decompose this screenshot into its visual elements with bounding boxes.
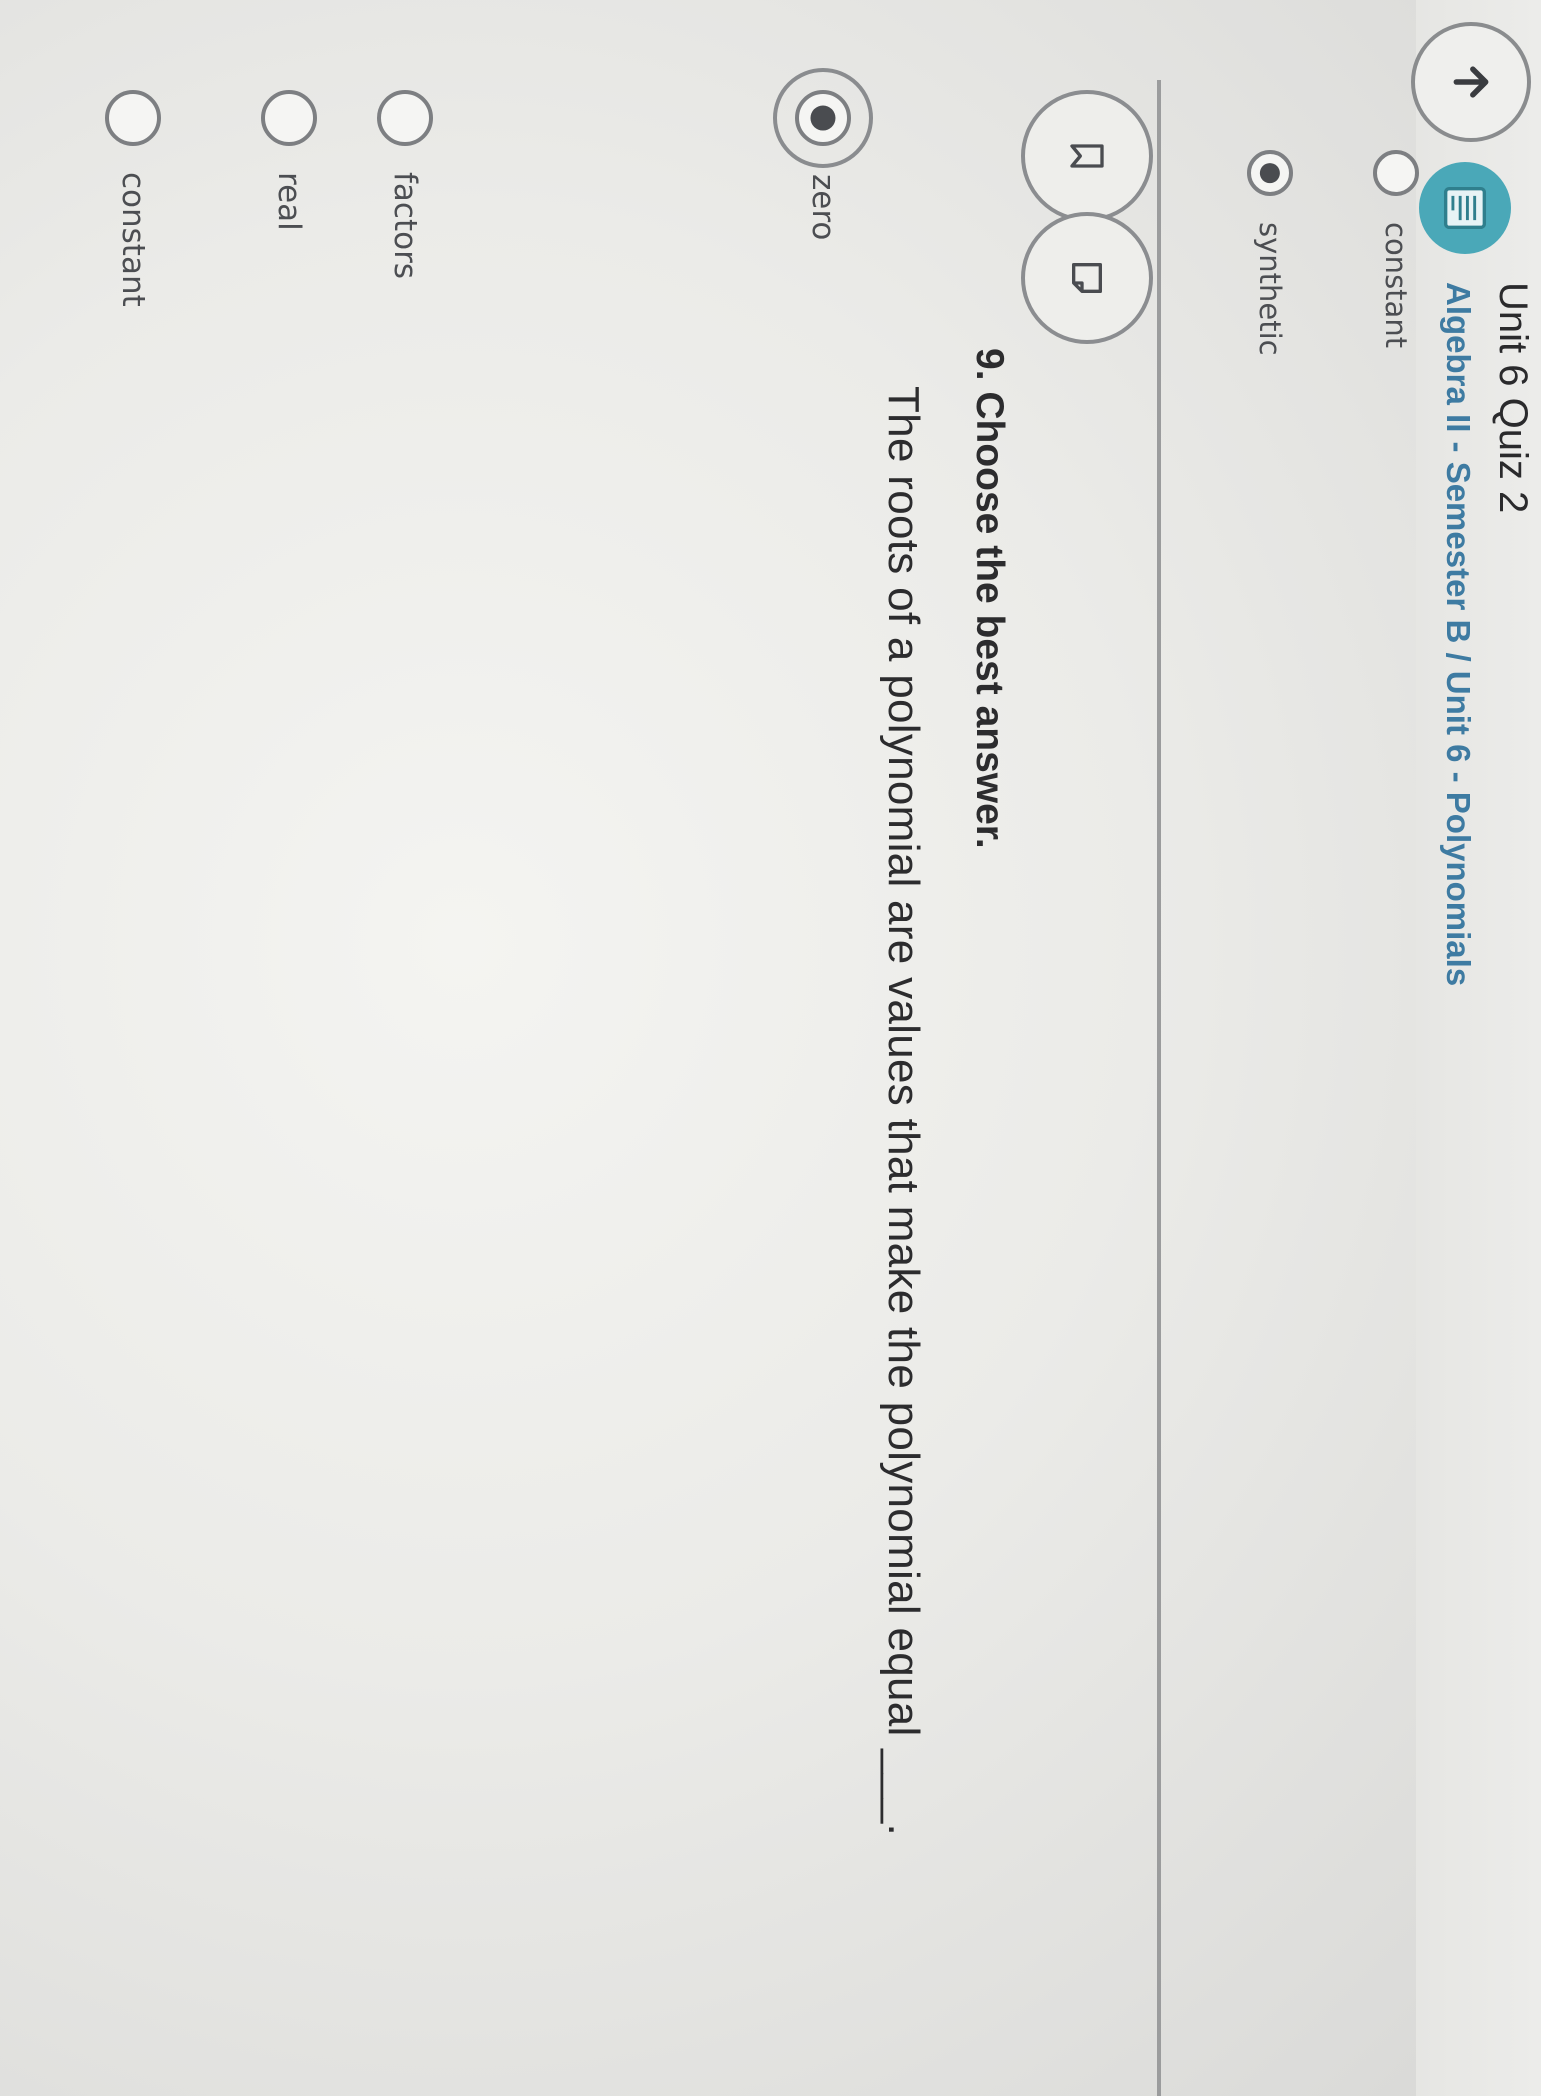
quiz-screen: Unit 6 Quiz 2 Algebra II - Semester B / … xyxy=(0,0,1541,2096)
radio-button[interactable] xyxy=(1373,150,1419,196)
option-label: constant xyxy=(1379,222,1413,349)
back-button[interactable] xyxy=(1411,22,1531,142)
previous-option-synthetic[interactable]: synthetic xyxy=(1247,150,1293,356)
note-icon xyxy=(1072,263,1102,293)
page-title: Unit 6 Quiz 2 xyxy=(1491,282,1535,514)
radio-button[interactable] xyxy=(377,90,433,146)
previous-option-constant[interactable]: constant xyxy=(1373,150,1419,348)
bookmark-icon xyxy=(1070,144,1104,168)
answer-option-factors[interactable]: factors xyxy=(377,90,433,279)
option-label: constant xyxy=(115,172,151,307)
answer-option-zero[interactable]: zero xyxy=(773,68,873,241)
option-label: factors xyxy=(387,172,423,279)
answer-option-constant[interactable]: constant xyxy=(105,90,161,307)
question-text: The roots of a polynomial are values tha… xyxy=(879,386,928,1836)
option-label: synthetic xyxy=(1253,222,1287,356)
question-divider xyxy=(1157,80,1161,2096)
option-label: zero xyxy=(805,174,841,241)
option-label: real xyxy=(271,172,307,231)
radio-button-selected[interactable] xyxy=(795,90,851,146)
focus-ring xyxy=(773,68,873,168)
arrow-up-icon xyxy=(1453,66,1489,98)
radio-button[interactable] xyxy=(105,90,161,146)
course-icon xyxy=(1419,162,1511,254)
breadcrumb[interactable]: Algebra II - Semester B / Unit 6 - Polyn… xyxy=(1439,282,1477,986)
question-instruction: 9. Choose the best answer. xyxy=(968,348,1011,849)
note-button[interactable] xyxy=(1021,212,1153,344)
bookmark-button[interactable] xyxy=(1021,90,1153,222)
radio-button[interactable] xyxy=(261,90,317,146)
course-book-icon xyxy=(1443,186,1487,230)
radio-button-selected[interactable] xyxy=(1247,150,1293,196)
answer-option-real[interactable]: real xyxy=(261,90,317,231)
